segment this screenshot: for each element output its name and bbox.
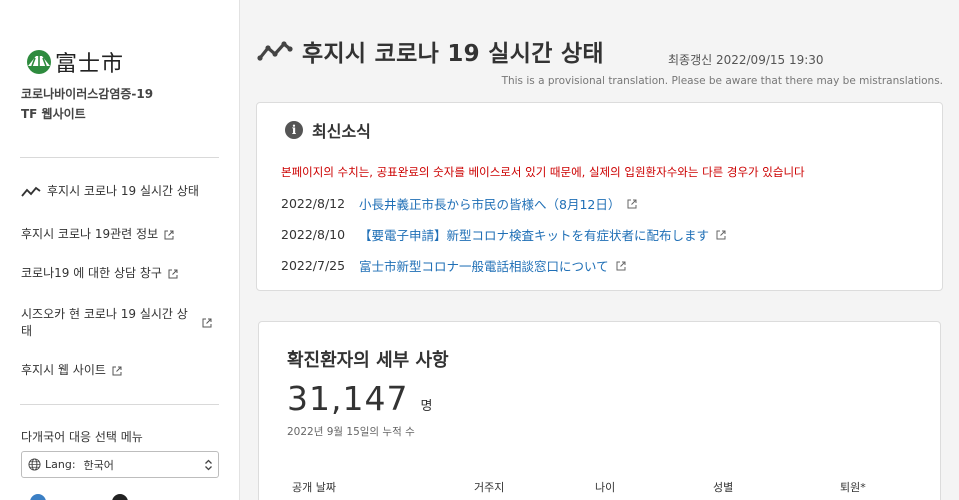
- site-name-line2: TF 웹사이트: [21, 107, 86, 121]
- language-select[interactable]: Lang: 한국어: [21, 451, 219, 478]
- social-icon[interactable]: [112, 494, 128, 500]
- sidebar-item-status[interactable]: 후지시 코로나 19 실시간 상태: [21, 183, 219, 200]
- site-name: 코로나바이러스감염증-19 TF 웹사이트: [21, 84, 153, 124]
- sidebar-item-covid-info[interactable]: 후지시 코로나 19관련 정보: [21, 226, 219, 243]
- fuji-mountain-logo-icon: [27, 50, 51, 74]
- case-count-unit: 명: [420, 399, 433, 414]
- column-header-gender[interactable]: 성별: [713, 479, 733, 495]
- external-link-icon: [168, 269, 178, 278]
- external-link-icon: [616, 261, 626, 270]
- sidebar-item-label: 후지시 코로나 19 실시간 상태: [47, 184, 199, 198]
- news-link[interactable]: 小長井義正市長から市民の皆様へ（8月12日）: [359, 194, 620, 213]
- sidebar-divider: [20, 404, 219, 405]
- logo-text: 富士市: [55, 52, 125, 77]
- case-count-note: 2022년 9월 15일의 누적 수: [287, 426, 415, 438]
- column-header-discharged[interactable]: 퇴원*: [840, 479, 866, 495]
- language-selected-value: 한국어: [83, 458, 114, 472]
- sidebar-item-fuji-website[interactable]: 후지시 웹 사이트: [21, 362, 219, 379]
- news-date: 2022/7/25: [281, 258, 346, 273]
- external-link-icon: [112, 366, 122, 375]
- social-icons: [30, 494, 150, 500]
- language-menu-label: 다개국어 대응 선택 메뉴: [21, 430, 143, 444]
- news-date: 2022/8/12: [281, 196, 346, 211]
- news-title: 최신소식: [312, 122, 371, 141]
- sidebar-item-shizuoka[interactable]: 시즈오카 현 코로나 19 실시간 상태: [21, 306, 219, 340]
- chevron-up-down-icon: [205, 459, 212, 471]
- list-item: 2022/8/10 【要電子申請】新型コロナ検査キットを有症状者に配布します: [281, 225, 726, 244]
- list-item: 2022/7/25 富士市新型コロナ一般電話相談窓口について: [281, 256, 626, 275]
- sidebar: 富士市 코로나바이러스감염증-19 TF 웹사이트 후지시 코로나 19 실시간…: [0, 0, 240, 500]
- column-header-residence[interactable]: 거주지: [474, 479, 504, 495]
- social-icon[interactable]: [30, 494, 46, 500]
- info-icon: i: [285, 121, 303, 139]
- sidebar-item-consultation[interactable]: 코로나19 에 대한 상담 창구: [21, 265, 219, 282]
- sidebar-divider: [20, 157, 219, 158]
- news-card: i 최신소식 본페이지의 수치는, 공표완료의 숫자를 베이스로서 있기 때문에…: [256, 102, 943, 291]
- trend-icon: [21, 186, 41, 197]
- list-item: 2022/8/12 小長井義正市長から市民の皆様へ（8月12日）: [281, 194, 637, 213]
- translation-note: This is a provisional translation. Pleas…: [501, 75, 943, 87]
- sidebar-item-label: 후지시 웹 사이트: [21, 363, 106, 377]
- fuji-city-logo[interactable]: 富士市: [26, 46, 124, 78]
- case-count: 31,147 명: [287, 379, 432, 418]
- case-count-number: 31,147: [287, 379, 409, 418]
- language-prefix: Lang:: [45, 458, 76, 471]
- external-link-icon: [627, 199, 637, 208]
- news-link[interactable]: 【要電子申請】新型コロナ検査キットを有症状者に配布します: [359, 225, 709, 244]
- page-header: 후지시 코로나 19 실시간 상태: [302, 34, 604, 68]
- column-header-date[interactable]: 공개 날짜: [292, 479, 336, 495]
- news-date: 2022/8/10: [281, 227, 346, 242]
- details-title: 확진환자의 세부 사항: [287, 350, 449, 371]
- globe-icon: [28, 458, 41, 471]
- page-title: 후지시 코로나 19 실시간 상태: [302, 41, 604, 67]
- site-name-line1: 코로나바이러스감염증-19: [21, 87, 154, 101]
- sidebar-item-label: 코로나19 에 대한 상담 창구: [21, 266, 162, 280]
- external-link-icon: [202, 318, 212, 328]
- external-link-icon: [164, 230, 174, 239]
- news-header: i 최신소식: [285, 118, 371, 142]
- news-link[interactable]: 富士市新型コロナ一般電話相談窓口について: [359, 256, 609, 275]
- notice-text: 본페이지의 수치는, 공표완료의 숫자를 베이스로서 있기 때문에, 실제의 입…: [281, 165, 805, 179]
- patient-details-card: 확진환자의 세부 사항 31,147 명 2022년 9월 15일의 누적 수 …: [258, 321, 941, 500]
- external-link-icon: [716, 230, 726, 239]
- trend-icon: [257, 41, 293, 61]
- last-updated: 최종갱신 2022/09/15 19:30: [668, 53, 824, 67]
- column-header-age[interactable]: 나이: [595, 479, 615, 495]
- sidebar-item-label: 후지시 코로나 19관련 정보: [21, 227, 159, 241]
- sidebar-item-label: 시즈오카 현 코로나 19 실시간 상태: [21, 307, 188, 338]
